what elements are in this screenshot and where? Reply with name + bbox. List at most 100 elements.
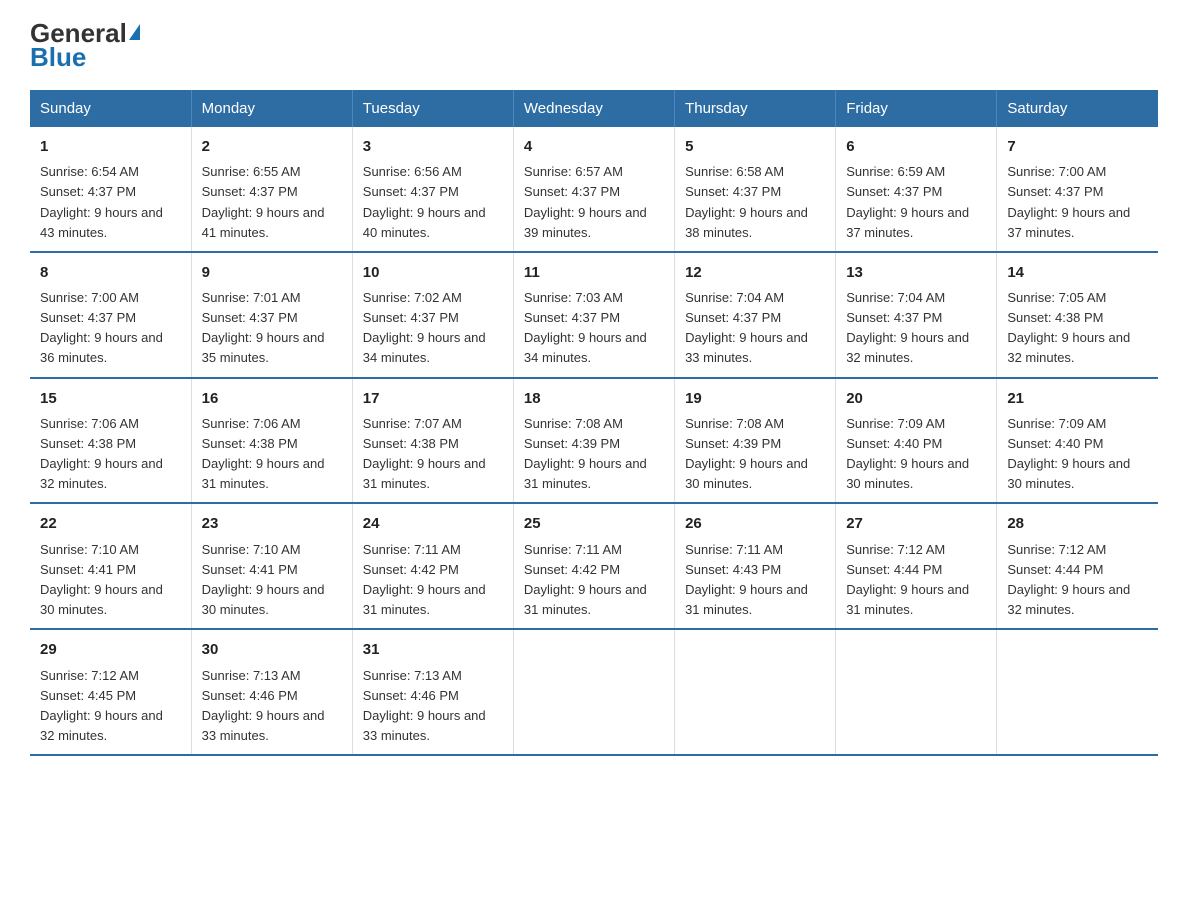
day-number: 28 xyxy=(1007,512,1148,535)
day-info: Sunrise: 7:04 AMSunset: 4:37 PMDaylight:… xyxy=(685,290,808,365)
calendar-day-cell: 31 Sunrise: 7:13 AMSunset: 4:46 PMDayligh… xyxy=(352,629,513,755)
day-number: 17 xyxy=(363,387,503,410)
day-info: Sunrise: 7:12 AMSunset: 4:44 PMDaylight:… xyxy=(846,542,969,617)
weekday-header-friday: Friday xyxy=(836,90,997,127)
calendar-day-cell: 26 Sunrise: 7:11 AMSunset: 4:43 PMDayligh… xyxy=(675,503,836,629)
calendar-week-row: 22 Sunrise: 7:10 AMSunset: 4:41 PMDayligh… xyxy=(30,503,1158,629)
day-info: Sunrise: 7:09 AMSunset: 4:40 PMDaylight:… xyxy=(846,416,969,491)
day-info: Sunrise: 7:00 AMSunset: 4:37 PMDaylight:… xyxy=(40,290,163,365)
empty-day-cell xyxy=(513,629,674,755)
calendar-week-row: 1 Sunrise: 6:54 AMSunset: 4:37 PMDaylight… xyxy=(30,127,1158,252)
day-info: Sunrise: 7:10 AMSunset: 4:41 PMDaylight:… xyxy=(202,542,325,617)
day-number: 19 xyxy=(685,387,825,410)
day-info: Sunrise: 6:55 AMSunset: 4:37 PMDaylight:… xyxy=(202,164,325,239)
day-info: Sunrise: 7:02 AMSunset: 4:37 PMDaylight:… xyxy=(363,290,486,365)
calendar-day-cell: 7 Sunrise: 7:00 AMSunset: 4:37 PMDaylight… xyxy=(997,127,1158,252)
calendar-day-cell: 22 Sunrise: 7:10 AMSunset: 4:41 PMDayligh… xyxy=(30,503,191,629)
day-number: 18 xyxy=(524,387,664,410)
calendar-day-cell: 25 Sunrise: 7:11 AMSunset: 4:42 PMDayligh… xyxy=(513,503,674,629)
calendar-day-cell: 3 Sunrise: 6:56 AMSunset: 4:37 PMDaylight… xyxy=(352,127,513,252)
calendar-day-cell: 9 Sunrise: 7:01 AMSunset: 4:37 PMDaylight… xyxy=(191,252,352,378)
day-info: Sunrise: 7:13 AMSunset: 4:46 PMDaylight:… xyxy=(202,668,325,743)
calendar-day-cell: 20Sunrise: 7:09 AMSunset: 4:40 PMDayligh… xyxy=(836,378,997,504)
day-number: 10 xyxy=(363,261,503,284)
day-number: 22 xyxy=(40,512,181,535)
day-number: 31 xyxy=(363,638,503,661)
calendar-day-cell: 15Sunrise: 7:06 AMSunset: 4:38 PMDayligh… xyxy=(30,378,191,504)
day-info: Sunrise: 7:12 AMSunset: 4:44 PMDaylight:… xyxy=(1007,542,1130,617)
day-info: Sunrise: 7:09 AMSunset: 4:40 PMDaylight:… xyxy=(1007,416,1130,491)
empty-day-cell xyxy=(675,629,836,755)
calendar-day-cell: 30 Sunrise: 7:13 AMSunset: 4:46 PMDayligh… xyxy=(191,629,352,755)
empty-day-cell xyxy=(836,629,997,755)
day-info: Sunrise: 7:00 AMSunset: 4:37 PMDaylight:… xyxy=(1007,164,1130,239)
calendar-day-cell: 21 Sunrise: 7:09 AMSunset: 4:40 PMDayligh… xyxy=(997,378,1158,504)
day-number: 4 xyxy=(524,135,664,158)
day-number: 5 xyxy=(685,135,825,158)
weekday-header-sunday: Sunday xyxy=(30,90,191,127)
day-info: Sunrise: 7:03 AMSunset: 4:37 PMDaylight:… xyxy=(524,290,647,365)
calendar-day-cell: 18 Sunrise: 7:08 AMSunset: 4:39 PMDayligh… xyxy=(513,378,674,504)
calendar-day-cell: 14 Sunrise: 7:05 AMSunset: 4:38 PMDayligh… xyxy=(997,252,1158,378)
calendar-day-cell: 8 Sunrise: 7:00 AMSunset: 4:37 PMDaylight… xyxy=(30,252,191,378)
day-number: 15 xyxy=(40,387,181,410)
day-info: Sunrise: 6:56 AMSunset: 4:37 PMDaylight:… xyxy=(363,164,486,239)
calendar-week-row: 8 Sunrise: 7:00 AMSunset: 4:37 PMDaylight… xyxy=(30,252,1158,378)
day-info: Sunrise: 6:57 AMSunset: 4:37 PMDaylight:… xyxy=(524,164,647,239)
calendar-day-cell: 27 Sunrise: 7:12 AMSunset: 4:44 PMDayligh… xyxy=(836,503,997,629)
calendar-day-cell: 11 Sunrise: 7:03 AMSunset: 4:37 PMDayligh… xyxy=(513,252,674,378)
day-number: 9 xyxy=(202,261,342,284)
day-number: 16 xyxy=(202,387,342,410)
calendar-day-cell: 19Sunrise: 7:08 AMSunset: 4:39 PMDayligh… xyxy=(675,378,836,504)
day-number: 12 xyxy=(685,261,825,284)
day-number: 1 xyxy=(40,135,181,158)
calendar-week-row: 29Sunrise: 7:12 AMSunset: 4:45 PMDayligh… xyxy=(30,629,1158,755)
calendar-week-row: 15 Sunrise: 7:06 AMSunset: 4:38 PMDayligh… xyxy=(30,378,1158,504)
weekday-header-monday: Monday xyxy=(191,90,352,127)
day-number: 24 xyxy=(363,512,503,535)
logo-blue: Blue xyxy=(30,44,86,70)
day-info: Sunrise: 7:11 AMSunset: 4:42 PMDaylight:… xyxy=(363,542,486,617)
logo: General Blue xyxy=(30,20,140,70)
day-info: Sunrise: 6:58 AMSunset: 4:37 PMDaylight:… xyxy=(685,164,808,239)
day-info: Sunrise: 7:01 AMSunset: 4:37 PMDaylight:… xyxy=(202,290,325,365)
day-number: 27 xyxy=(846,512,986,535)
day-info: Sunrise: 7:11 AMSunset: 4:43 PMDaylight:… xyxy=(685,542,808,617)
day-number: 7 xyxy=(1007,135,1148,158)
weekday-header-thursday: Thursday xyxy=(675,90,836,127)
day-number: 25 xyxy=(524,512,664,535)
day-info: Sunrise: 7:05 AMSunset: 4:38 PMDaylight:… xyxy=(1007,290,1130,365)
day-number: 14 xyxy=(1007,261,1148,284)
calendar-day-cell: 23 Sunrise: 7:10 AMSunset: 4:41 PMDayligh… xyxy=(191,503,352,629)
calendar-day-cell: 29Sunrise: 7:12 AMSunset: 4:45 PMDayligh… xyxy=(30,629,191,755)
day-info: Sunrise: 7:08 AMSunset: 4:39 PMDaylight:… xyxy=(524,416,647,491)
day-number: 21 xyxy=(1007,387,1148,410)
day-number: 26 xyxy=(685,512,825,535)
weekday-header-row: SundayMondayTuesdayWednesdayThursdayFrid… xyxy=(30,90,1158,127)
day-number: 11 xyxy=(524,261,664,284)
weekday-header-tuesday: Tuesday xyxy=(352,90,513,127)
calendar-table: SundayMondayTuesdayWednesdayThursdayFrid… xyxy=(30,90,1158,756)
calendar-day-cell: 12 Sunrise: 7:04 AMSunset: 4:37 PMDayligh… xyxy=(675,252,836,378)
day-info: Sunrise: 7:13 AMSunset: 4:46 PMDaylight:… xyxy=(363,668,486,743)
calendar-day-cell: 28 Sunrise: 7:12 AMSunset: 4:44 PMDayligh… xyxy=(997,503,1158,629)
day-info: Sunrise: 7:10 AMSunset: 4:41 PMDaylight:… xyxy=(40,542,163,617)
day-info: Sunrise: 7:12 AMSunset: 4:45 PMDaylight:… xyxy=(40,668,163,743)
day-info: Sunrise: 7:06 AMSunset: 4:38 PMDaylight:… xyxy=(202,416,325,491)
day-number: 8 xyxy=(40,261,181,284)
calendar-day-cell: 17Sunrise: 7:07 AMSunset: 4:38 PMDayligh… xyxy=(352,378,513,504)
weekday-header-saturday: Saturday xyxy=(997,90,1158,127)
day-number: 23 xyxy=(202,512,342,535)
day-number: 3 xyxy=(363,135,503,158)
day-info: Sunrise: 7:11 AMSunset: 4:42 PMDaylight:… xyxy=(524,542,647,617)
day-info: Sunrise: 6:59 AMSunset: 4:37 PMDaylight:… xyxy=(846,164,969,239)
day-number: 30 xyxy=(202,638,342,661)
day-info: Sunrise: 6:54 AMSunset: 4:37 PMDaylight:… xyxy=(40,164,163,239)
day-number: 6 xyxy=(846,135,986,158)
logo-arrow-icon xyxy=(129,24,140,40)
day-info: Sunrise: 7:04 AMSunset: 4:37 PMDaylight:… xyxy=(846,290,969,365)
calendar-day-cell: 5 Sunrise: 6:58 AMSunset: 4:37 PMDaylight… xyxy=(675,127,836,252)
calendar-day-cell: 16 Sunrise: 7:06 AMSunset: 4:38 PMDayligh… xyxy=(191,378,352,504)
calendar-day-cell: 10 Sunrise: 7:02 AMSunset: 4:37 PMDayligh… xyxy=(352,252,513,378)
calendar-day-cell: 24 Sunrise: 7:11 AMSunset: 4:42 PMDayligh… xyxy=(352,503,513,629)
